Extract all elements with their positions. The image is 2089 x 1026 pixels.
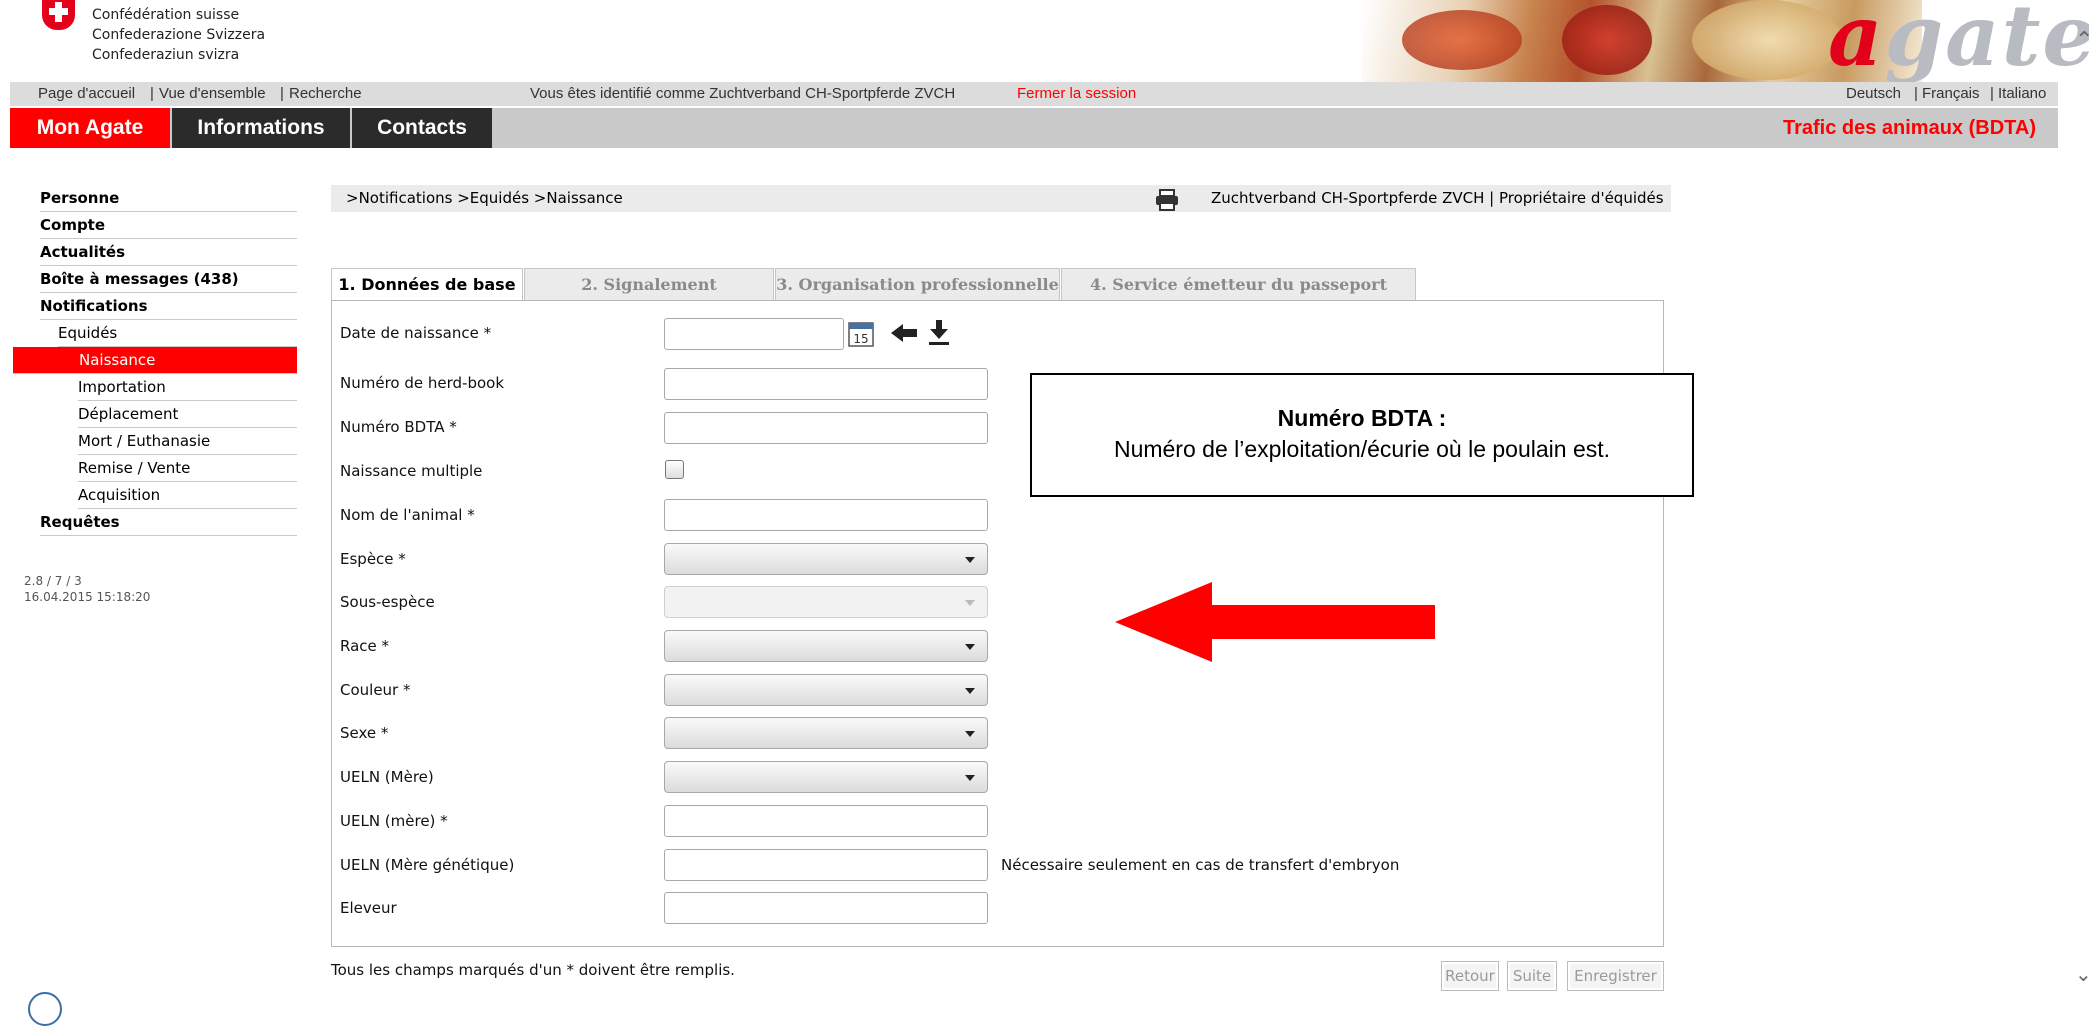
- bdta-callout-box: Numéro BDTA : Numéro de l’exploitation/é…: [1030, 373, 1694, 497]
- label-ueln-mere-genetique: UELN (Mère génétique): [340, 856, 515, 874]
- logout-link[interactable]: Fermer la session: [1017, 85, 1136, 102]
- breadcrumb-path[interactable]: >Notifications >Equidés >Naissance: [346, 185, 623, 212]
- label-couleur: Couleur *: [340, 681, 411, 699]
- sidebar-item-personne[interactable]: Personne: [40, 185, 297, 212]
- callout-text: Numéro de l’exploitation/écurie où le po…: [1113, 436, 1611, 462]
- swiss-cross-logo: [42, 0, 75, 30]
- label-ueln-mere-input: UELN (mère) *: [340, 812, 448, 830]
- required-note: Tous les champs marqués d'un * doivent ê…: [331, 961, 735, 979]
- sidebar-item-label: Naissance: [79, 351, 156, 369]
- calendar-day: 15: [853, 332, 868, 346]
- sidebar-item-messages[interactable]: Boîte à messages (438): [40, 266, 297, 293]
- sous-espece-select: [664, 586, 988, 618]
- herd-book-input[interactable]: [664, 368, 988, 400]
- main-nav-bar: Mon Agate Informations Contacts Trafic d…: [10, 108, 2058, 148]
- lang-it-link[interactable]: Italiano: [1998, 85, 2046, 102]
- sexe-select[interactable]: [664, 717, 988, 749]
- confederation-it: Confederazione Svizzera: [92, 27, 266, 43]
- save-button[interactable]: Enregistrer: [1567, 961, 1664, 991]
- chevron-down-icon: [965, 688, 975, 694]
- section-title: Trafic des animaux (BDTA): [1782, 117, 2036, 139]
- sidebar-item-importation[interactable]: Importation: [78, 374, 297, 401]
- tab-mon-agate[interactable]: Mon Agate: [10, 108, 170, 148]
- label-eleveur: Eleveur: [340, 899, 397, 917]
- agate-logo: agate: [1828, 0, 2089, 85]
- confederation-fr: Confédération suisse: [92, 7, 240, 23]
- label-herd-book: Numéro de herd-book: [340, 374, 505, 392]
- sidebar-item-requetes[interactable]: Requêtes: [40, 509, 297, 536]
- sidebar-item-actualites[interactable]: Actualités: [40, 239, 297, 266]
- version-text: 2.8 / 7 / 3: [24, 574, 82, 588]
- printer-icon[interactable]: [1154, 189, 1180, 220]
- naissance-multiple-checkbox[interactable]: [665, 460, 684, 479]
- tab-service-passeport[interactable]: 4. Service émetteur du passeport équin: [1061, 268, 1416, 326]
- callout-title: Numéro BDTA :: [1277, 405, 1447, 431]
- home-link[interactable]: Page d'accueil: [38, 85, 135, 102]
- search-link[interactable]: Recherche: [289, 85, 362, 102]
- label-race: Race *: [340, 637, 390, 655]
- chevron-down-icon: [965, 775, 975, 781]
- breadcrumb: >Notifications >Equidés >Naissance Zucht…: [331, 185, 1671, 212]
- chevron-down-icon: [965, 644, 975, 650]
- race-select[interactable]: [664, 630, 988, 662]
- lang-fr-link[interactable]: Français: [1922, 85, 1980, 102]
- sidebar-item-deplacement[interactable]: Déplacement: [78, 401, 297, 428]
- chevron-down-icon: [965, 557, 975, 563]
- label-date-naissance: Date de naissance *: [340, 324, 492, 342]
- sidebar-item-compte[interactable]: Compte: [40, 212, 297, 239]
- sidebar-item-mort[interactable]: Mort / Euthanasie: [78, 428, 297, 455]
- separator: |: [150, 85, 154, 102]
- back-button[interactable]: Retour: [1441, 961, 1499, 991]
- separator: |: [1914, 85, 1918, 102]
- tab-informations[interactable]: Informations: [172, 108, 350, 148]
- overview-link[interactable]: Vue d'ensemble: [159, 85, 266, 102]
- identified-text: Vous êtes identifié comme Zuchtverband C…: [530, 85, 956, 102]
- confederation-rm: Confederaziun svizra: [92, 47, 240, 63]
- chevron-down-icon: [965, 600, 975, 606]
- label-nom-animal: Nom de l'animal *: [340, 506, 475, 524]
- label-bdta: Numéro BDTA *: [340, 418, 457, 436]
- sidebar-item-naissance[interactable]: Naissance: [13, 347, 297, 374]
- scroll-down-icon[interactable]: ⌄: [2075, 962, 2089, 986]
- ueln-mere-input[interactable]: [664, 805, 988, 837]
- ueln-mere-genetique-input[interactable]: [664, 849, 988, 881]
- download-icon[interactable]: [928, 320, 950, 350]
- chevron-down-icon: [965, 731, 975, 737]
- eleveur-input[interactable]: [664, 892, 988, 924]
- date-naissance-input[interactable]: [664, 318, 844, 350]
- ueln-note: Nécessaire seulement en cas de transfert…: [1001, 856, 1400, 874]
- label-sexe: Sexe *: [340, 724, 389, 742]
- next-button[interactable]: Suite: [1507, 961, 1557, 991]
- couleur-select[interactable]: [664, 674, 988, 706]
- tab-signalement[interactable]: 2. Signalement élémentaire: [524, 268, 774, 326]
- tab-organisation[interactable]: 3. Organisation professionnelle: [775, 268, 1060, 301]
- user-role: Zuchtverband CH-Sportpferde ZVCH | Propr…: [1211, 189, 1664, 207]
- label-naissance-multiple: Naissance multiple: [340, 462, 483, 480]
- sidebar-item-acquisition[interactable]: Acquisition: [78, 482, 297, 509]
- lang-de-link[interactable]: Deutsch: [1846, 85, 1901, 102]
- espece-select[interactable]: [664, 543, 988, 575]
- separator: |: [1990, 85, 1994, 102]
- red-arrow-annotation: [1115, 582, 1435, 666]
- sidebar-item-notifications[interactable]: Notifications: [40, 293, 297, 320]
- calendar-icon[interactable]: 15: [848, 319, 874, 351]
- scroll-up-icon[interactable]: ⌃: [2075, 28, 2089, 53]
- top-utility-bar: Page d'accueil | Vue d'ensemble | Recher…: [10, 82, 2058, 106]
- tab-contacts[interactable]: Contacts: [352, 108, 492, 148]
- ueln-mere-select[interactable]: [664, 761, 988, 793]
- datetime-text: 16.04.2015 15:18:20: [24, 590, 151, 604]
- sidebar-item-equides[interactable]: Equidés: [58, 320, 297, 347]
- label-espece: Espèce *: [340, 550, 406, 568]
- nom-animal-input[interactable]: [664, 499, 988, 531]
- copy-previous-icon[interactable]: [891, 322, 917, 348]
- sidebar-item-remise[interactable]: Remise / Vente: [78, 455, 297, 482]
- tab-donnees-de-base[interactable]: 1. Données de base: [331, 268, 523, 302]
- label-ueln-mere-select: UELN (Mère): [340, 768, 434, 786]
- label-sous-espece: Sous-espèce: [340, 593, 435, 611]
- bdta-input[interactable]: [664, 412, 988, 444]
- separator: |: [280, 85, 284, 102]
- help-circle-icon[interactable]: [28, 992, 62, 1026]
